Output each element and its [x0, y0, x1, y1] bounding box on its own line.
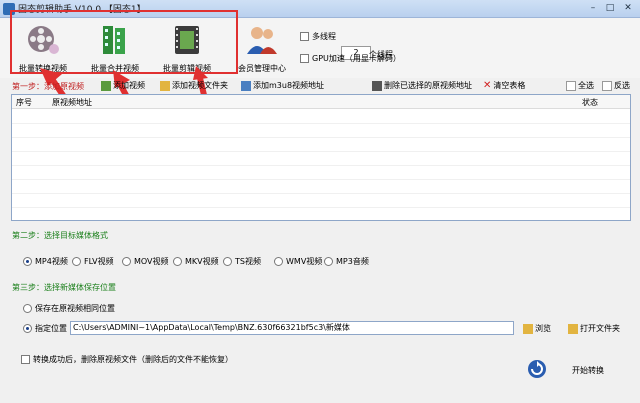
col-index-header[interactable]: 序号 [16, 97, 32, 108]
step1-label: 第一步：添加原视频 [12, 82, 84, 91]
folder-icon [160, 80, 170, 91]
delete-list-icon [372, 80, 382, 91]
add-video-button[interactable]: 添加视频 [101, 80, 145, 91]
step2-label: 第二步：选择目标媒体格式 [12, 231, 108, 240]
row-line [12, 123, 630, 124]
folder-icon [523, 323, 533, 334]
select-all-icon [566, 80, 576, 91]
radio-mp4[interactable] [23, 257, 32, 266]
format-mov[interactable]: MOV视频 [122, 256, 169, 267]
row-line [12, 165, 630, 166]
open-folder-button[interactable]: 打开文件夹 [568, 323, 620, 334]
clear-table-label: 清空表格 [493, 81, 526, 90]
save-original-option[interactable]: 保存在原视频相同位置 [23, 303, 115, 314]
row-line [12, 151, 630, 152]
format-mkv[interactable]: MKV视频 [173, 256, 219, 267]
format-flv-label: FLV视频 [84, 257, 114, 266]
invert-icon [602, 80, 612, 91]
radio-mov[interactable] [122, 257, 131, 266]
delete-selected-label: 删除已选择的原视频地址 [384, 81, 472, 90]
format-flv[interactable]: FLV视频 [72, 256, 114, 267]
save-path-input[interactable]: C:\Users\ADMINI~1\AppData\Local\Temp\BNZ… [70, 321, 514, 335]
radio-wmv[interactable] [274, 257, 283, 266]
radio-mkv[interactable] [173, 257, 182, 266]
table-header: 序号 原视频地址 状态 [12, 95, 630, 109]
row-line [12, 193, 630, 194]
start-convert-button[interactable]: 开始转换 [572, 365, 604, 376]
step3-label: 第三步：选择新媒体保存位置 [12, 283, 116, 292]
add-video-icon [101, 80, 111, 91]
specify-location-option[interactable]: 指定位置 [23, 323, 67, 334]
delete-after-label: 转换成功后，删除原视频文件（删除后的文件不能恢复） [33, 355, 233, 364]
add-video-label: 添加视频 [113, 81, 145, 90]
format-ts[interactable]: TS视频 [223, 256, 261, 267]
radio-specify[interactable] [23, 324, 32, 333]
specify-label: 指定位置 [35, 324, 67, 333]
col-status-header[interactable]: 状态 [582, 97, 598, 108]
invert-select-button[interactable]: 反选 [602, 80, 630, 91]
open-folder-icon [568, 323, 578, 334]
clear-x-icon: ✕ [483, 80, 492, 91]
invert-label: 反选 [614, 81, 630, 90]
open-folder-label: 打开文件夹 [580, 324, 620, 333]
format-mp3-label: MP3音频 [336, 257, 369, 266]
select-all-button[interactable]: 全选 [566, 80, 594, 91]
delete-selected-button[interactable]: 删除已选择的原视频地址 [372, 80, 472, 91]
col-path-header[interactable]: 原视频地址 [52, 97, 92, 108]
format-wmv-label: WMV视频 [286, 257, 323, 266]
delete-after-box[interactable] [21, 355, 30, 364]
radio-flv[interactable] [72, 257, 81, 266]
format-ts-label: TS视频 [235, 257, 261, 266]
row-line [12, 137, 630, 138]
video-table[interactable]: 序号 原视频地址 状态 [11, 94, 631, 221]
format-mp3[interactable]: MP3音频 [324, 256, 369, 267]
delete-after-checkbox[interactable]: 转换成功后，删除原视频文件（删除后的文件不能恢复） [21, 354, 233, 365]
radio-mp3[interactable] [324, 257, 333, 266]
refresh-icon[interactable] [527, 359, 547, 379]
browse-label: 浏览 [535, 324, 551, 333]
format-mov-label: MOV视频 [134, 257, 169, 266]
link-icon [241, 80, 251, 91]
select-all-label: 全选 [578, 81, 594, 90]
save-original-label: 保存在原视频相同位置 [35, 304, 115, 313]
add-m3u8-label: 添加m3u8视频地址 [253, 81, 325, 90]
radio-save-original[interactable] [23, 304, 32, 313]
add-folder-button[interactable]: 添加视频文件夹 [160, 80, 228, 91]
row-line [12, 179, 630, 180]
browse-button[interactable]: 浏览 [523, 323, 551, 334]
clear-table-button[interactable]: ✕ 清空表格 [483, 80, 525, 91]
add-folder-label: 添加视频文件夹 [172, 81, 228, 90]
format-mkv-label: MKV视频 [185, 257, 219, 266]
format-mp4-label: MP4视频 [35, 257, 68, 266]
format-mp4[interactable]: MP4视频 [23, 256, 68, 267]
add-m3u8-button[interactable]: 添加m3u8视频地址 [241, 80, 324, 91]
row-line [12, 207, 630, 208]
format-wmv[interactable]: WMV视频 [274, 256, 322, 267]
radio-ts[interactable] [223, 257, 232, 266]
